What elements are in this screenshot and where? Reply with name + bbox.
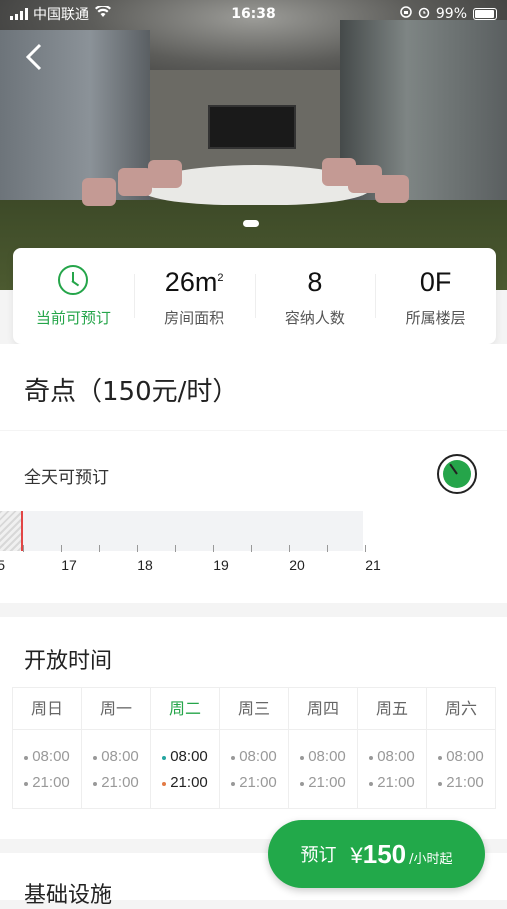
close-time: 21:00 — [162, 770, 208, 796]
day-column-sat: 周六 08:00 21:00 — [426, 688, 495, 808]
book-button[interactable]: 预订 ¥150 /小时起 — [268, 820, 485, 888]
facilities-title: 基础设施 — [24, 883, 113, 908]
open-time: 08:00 — [231, 744, 277, 770]
close-time: 21:00 — [300, 770, 346, 796]
room-photo — [0, 0, 507, 290]
day-name: 周日 — [13, 688, 81, 730]
stat-availability: 当前可预订 — [13, 248, 134, 344]
booked-segment — [0, 511, 22, 551]
close-time: 21:00 — [231, 770, 277, 796]
tick-label: 17 — [61, 557, 77, 573]
day-name: 周五 — [358, 688, 426, 730]
back-button[interactable] — [24, 42, 48, 74]
stat-label: 房间面积 — [164, 308, 225, 327]
price-unit: /小时起 — [409, 851, 453, 867]
open-time: 08:00 — [369, 744, 415, 770]
day-column-wed: 周三 08:00 21:00 — [219, 688, 288, 808]
tick-label: 5 — [0, 557, 5, 573]
day-name: 周三 — [220, 688, 288, 730]
book-label: 预订 — [300, 845, 337, 866]
open-hours-title: 开放时间 — [24, 649, 113, 674]
room-title: 奇点（150元/时） — [24, 377, 239, 407]
title-section: 奇点（150元/时） — [0, 344, 507, 430]
tick-label: 19 — [213, 557, 229, 573]
day-column-thu: 周四 08:00 21:00 — [288, 688, 357, 808]
tick-label: 18 — [137, 557, 153, 573]
day-column-sun: 周日 08:00 21:00 — [13, 688, 81, 808]
stat-floor: 0F 所属楼层 — [375, 248, 496, 344]
stat-label: 容纳人数 — [284, 308, 345, 327]
close-time: 21:00 — [93, 770, 139, 796]
battery-icon — [473, 8, 497, 20]
chevron-left-icon — [25, 43, 42, 71]
close-time: 21:00 — [438, 770, 484, 796]
tick-label: 20 — [289, 557, 305, 573]
open-time: 08:00 — [93, 744, 139, 770]
stat-label: 所属楼层 — [405, 308, 466, 327]
tick-label: 21 — [365, 557, 381, 573]
stat-value: 26m — [164, 266, 218, 297]
availability-section: 全天可预订 5 17 18 19 20 21 — [0, 431, 507, 603]
stat-unit-sup: 2 — [217, 271, 224, 284]
availability-timeline[interactable] — [0, 511, 363, 551]
stat-label: 当前可预订 — [35, 308, 111, 327]
week-schedule: 周日 08:00 21:00 周一 08:00 21:00 周二 08:00 21:0… — [12, 687, 496, 809]
book-price: 150 — [362, 838, 407, 869]
day-name: 周六 — [427, 688, 495, 730]
day-column-fri: 周五 08:00 21:00 — [357, 688, 426, 808]
open-time: 08:00 — [438, 744, 484, 770]
time-pie-icon[interactable] — [437, 454, 477, 494]
close-time: 21:00 — [24, 770, 70, 796]
day-name: 周四 — [289, 688, 357, 730]
currency-symbol: ¥ — [350, 842, 363, 868]
open-time: 08:00 — [300, 744, 346, 770]
stat-value: 8 — [307, 266, 323, 297]
day-name: 周二 — [151, 688, 219, 730]
room-stats-card: 当前可预订 26m2 房间面积 8 容纳人数 0F 所属楼层 — [13, 248, 496, 344]
clock-icon — [58, 264, 89, 295]
day-name: 周一 — [82, 688, 150, 730]
open-time: 08:00 — [24, 744, 70, 770]
status-bar: 中国联通 16:38 99% — [0, 0, 507, 28]
stat-capacity: 8 容纳人数 — [254, 248, 376, 344]
day-column-tue: 周二 08:00 21:00 — [150, 688, 219, 808]
open-hours-section: 开放时间 周日 08:00 21:00 周一 08:00 21:00 周二 08:0… — [0, 617, 507, 839]
status-time: 16:38 — [231, 6, 276, 22]
stat-value: 0F — [419, 266, 452, 297]
availability-label: 全天可预订 — [24, 468, 109, 488]
carousel-indicator — [243, 220, 259, 227]
close-time: 21:00 — [369, 770, 415, 796]
open-time: 08:00 — [162, 744, 208, 770]
stat-area: 26m2 房间面积 — [133, 248, 255, 344]
day-column-mon: 周一 08:00 21:00 — [81, 688, 150, 808]
